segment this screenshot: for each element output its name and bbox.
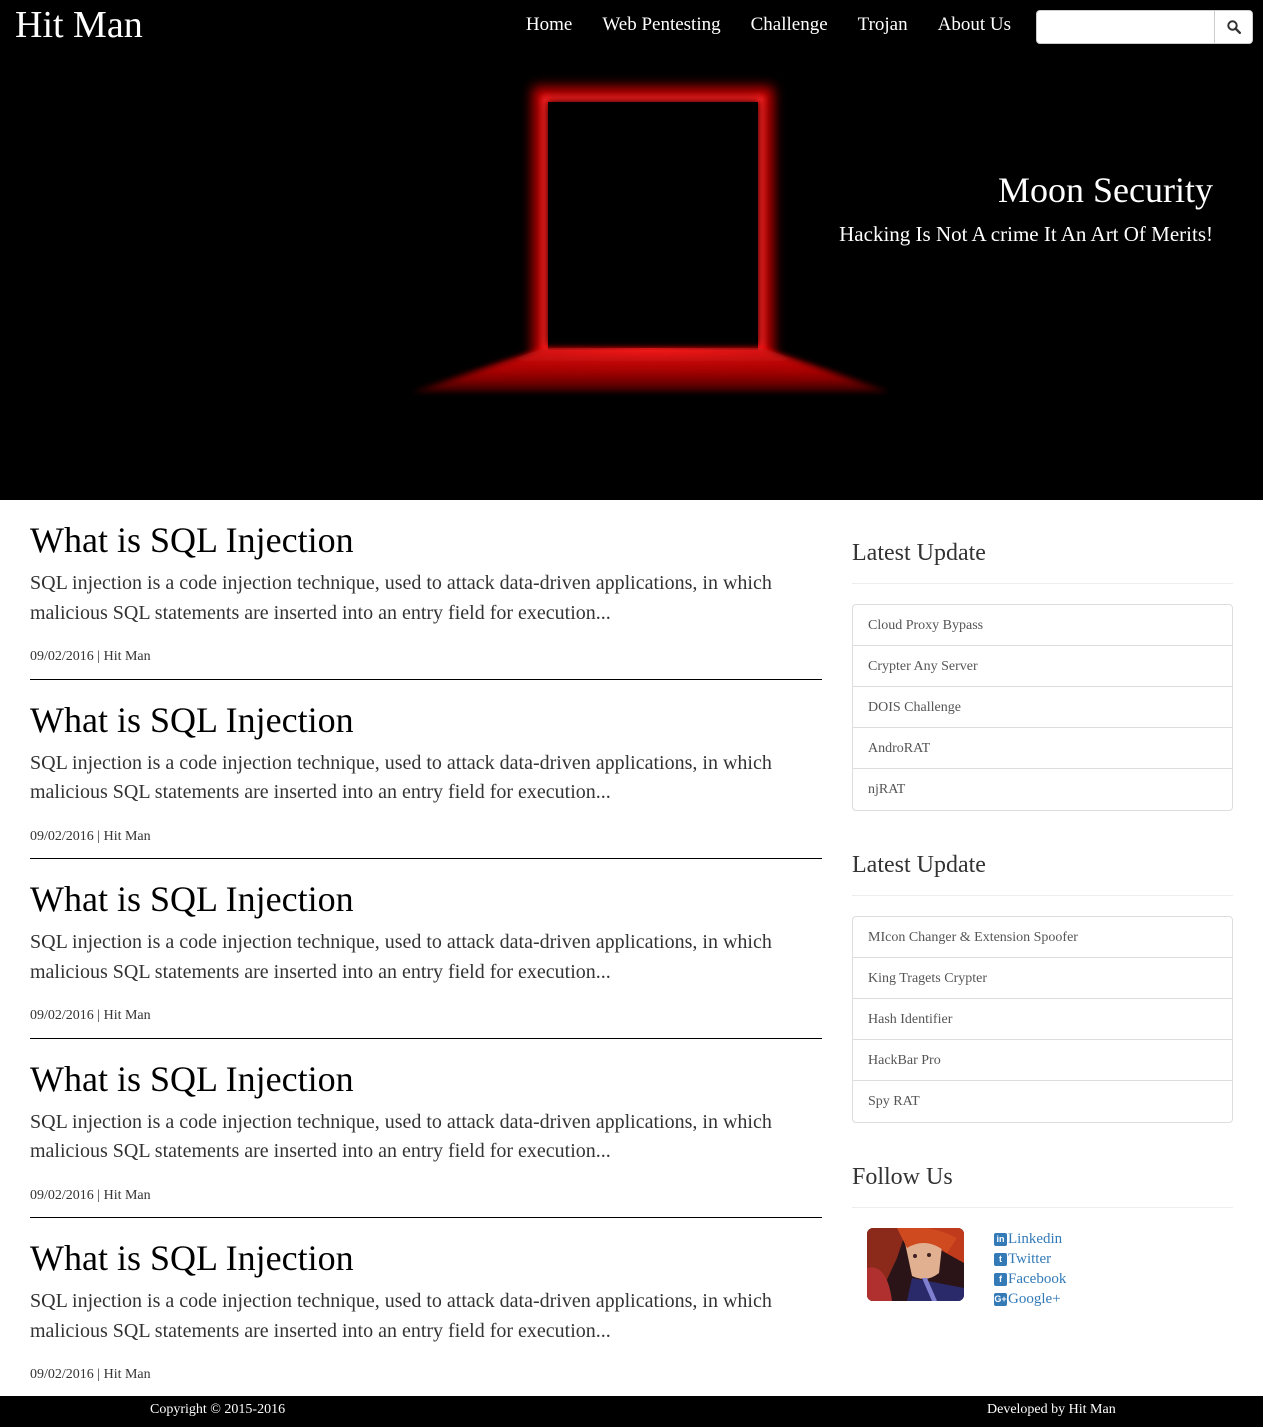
glowing-door-image bbox=[412, 87, 890, 392]
nav-trojan[interactable]: Trojan bbox=[858, 13, 908, 37]
post-title[interactable]: What is SQL Injection bbox=[30, 699, 354, 741]
follow-us-heading: Follow Us bbox=[852, 1163, 1233, 1208]
latest-update-heading: Latest Update bbox=[852, 851, 1233, 896]
post-meta: 09/02/2016 | Hit Man bbox=[30, 828, 151, 844]
facebook-link[interactable]: f Facebook bbox=[994, 1269, 1066, 1289]
post-item: What is SQL Injection SQL injection is a… bbox=[30, 859, 822, 1039]
list-item[interactable]: Spy RAT bbox=[853, 1081, 1232, 1122]
post-meta: 09/02/2016 | Hit Man bbox=[30, 1367, 151, 1382]
post-list: What is SQL Injection SQL injection is a… bbox=[30, 500, 822, 1398]
follow-us-section: in Linkedin t Twitter f Facebook G+ Google+ bbox=[852, 1228, 1233, 1348]
post-title[interactable]: What is SQL Injection bbox=[30, 1237, 354, 1279]
post-meta: 09/02/2016 | Hit Man bbox=[30, 1187, 151, 1203]
linkedin-icon: in bbox=[994, 1232, 1007, 1246]
post-excerpt: SQL injection is a code injection techni… bbox=[30, 1290, 772, 1342]
linkedin-link[interactable]: in Linkedin bbox=[994, 1229, 1066, 1249]
list-item[interactable]: Hash Identifier bbox=[853, 999, 1232, 1040]
hero-banner: Moon Security Hacking Is Not A crime It … bbox=[0, 52, 1263, 500]
developer-credit: Developed by Hit Man bbox=[987, 1402, 1116, 1417]
list-item[interactable]: AndroRAT bbox=[853, 728, 1232, 769]
avatar bbox=[867, 1228, 964, 1301]
search-input[interactable] bbox=[1037, 11, 1214, 43]
list-item[interactable]: Crypter Any Server bbox=[853, 646, 1232, 687]
social-links: in Linkedin t Twitter f Facebook G+ Google+ bbox=[994, 1229, 1066, 1309]
brand-logo[interactable]: Hit Man bbox=[15, 3, 143, 47]
list-item[interactable]: MIcon Changer & Extension Spoofer bbox=[853, 917, 1232, 958]
nav-about-us[interactable]: About Us bbox=[938, 13, 1011, 37]
search-icon bbox=[1226, 20, 1241, 34]
google-plus-label: Google+ bbox=[1008, 1291, 1061, 1307]
post-title[interactable]: What is SQL Injection bbox=[30, 878, 354, 920]
hero-subtitle: Hacking Is Not A crime It An Art Of Meri… bbox=[839, 222, 1213, 246]
list-item[interactable]: Cloud Proxy Bypass bbox=[853, 605, 1232, 646]
latest-update-heading: Latest Update bbox=[852, 539, 1233, 584]
latest-update-list: Cloud Proxy Bypass Crypter Any Server DO… bbox=[852, 604, 1233, 811]
twitter-icon: t bbox=[994, 1252, 1007, 1266]
post-title[interactable]: What is SQL Injection bbox=[30, 1058, 354, 1100]
twitter-link[interactable]: t Twitter bbox=[994, 1249, 1066, 1269]
list-item[interactable]: King Tragets Crypter bbox=[853, 958, 1232, 999]
google-plus-link[interactable]: G+ Google+ bbox=[994, 1289, 1066, 1309]
post-meta: 09/02/2016 | Hit Man bbox=[30, 1008, 151, 1023]
post-excerpt: SQL injection is a code injection techni… bbox=[30, 751, 772, 804]
post-item: What is SQL Injection SQL injection is a… bbox=[30, 680, 822, 859]
nav-challenge[interactable]: Challenge bbox=[751, 13, 828, 37]
latest-update-list: MIcon Changer & Extension Spoofer King T… bbox=[852, 916, 1233, 1123]
post-item: What is SQL Injection SQL injection is a… bbox=[30, 500, 822, 680]
search-button[interactable] bbox=[1214, 11, 1252, 43]
facebook-icon: f bbox=[994, 1272, 1007, 1286]
copyright-text: Copyright © 2015-2016 bbox=[150, 1402, 286, 1417]
list-item[interactable]: HackBar Pro bbox=[853, 1040, 1232, 1081]
post-excerpt: SQL injection is a code injection techni… bbox=[30, 572, 772, 624]
post-item: What is SQL Injection SQL injection is a… bbox=[30, 1218, 822, 1398]
post-item: What is SQL Injection SQL injection is a… bbox=[30, 1039, 822, 1218]
footer: Copyright © 2015-2016 Developed by Hit M… bbox=[0, 1396, 1263, 1427]
facebook-label: Facebook bbox=[1008, 1271, 1067, 1287]
post-excerpt: SQL injection is a code injection techni… bbox=[30, 1110, 772, 1163]
search-box bbox=[1036, 10, 1253, 44]
main-nav: Home Web Pentesting Challenge Trojan Abo… bbox=[526, 13, 1011, 37]
hero-title: Moon Security bbox=[998, 170, 1213, 210]
list-item[interactable]: DOIS Challenge bbox=[853, 687, 1232, 728]
post-meta: 09/02/2016 | Hit Man bbox=[30, 649, 151, 664]
nav-home[interactable]: Home bbox=[526, 13, 572, 37]
google-plus-icon: G+ bbox=[994, 1292, 1007, 1306]
sidebar: Latest Update Cloud Proxy Bypass Crypter… bbox=[852, 500, 1233, 1348]
twitter-label: Twitter bbox=[1008, 1251, 1052, 1267]
linkedin-label: Linkedin bbox=[1008, 1231, 1063, 1247]
nav-web-pentesting[interactable]: Web Pentesting bbox=[602, 13, 720, 37]
navbar: Hit Man Home Web Pentesting Challenge Tr… bbox=[0, 0, 1263, 52]
post-excerpt: SQL injection is a code injection techni… bbox=[30, 931, 772, 983]
list-item[interactable]: njRAT bbox=[853, 769, 1232, 810]
post-title[interactable]: What is SQL Injection bbox=[30, 519, 354, 561]
